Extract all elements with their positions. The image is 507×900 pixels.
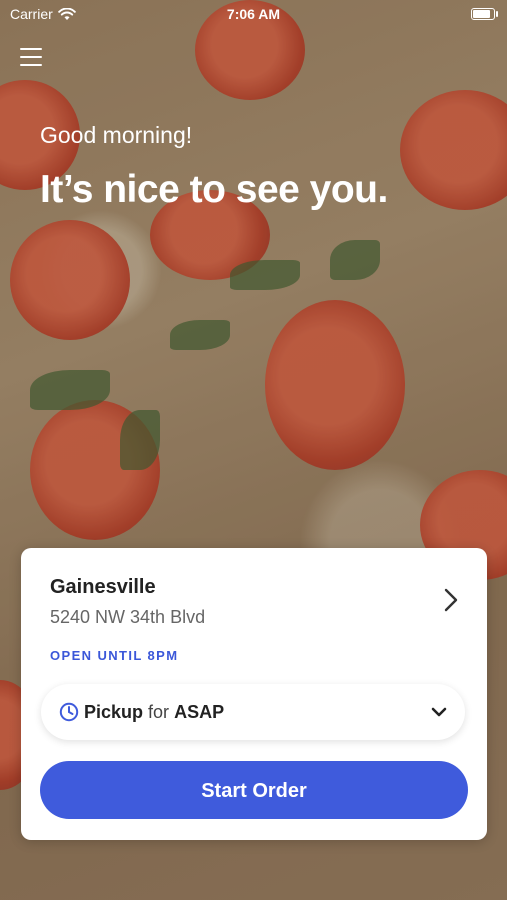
order-mode-selector[interactable]: Pickup for ASAP: [41, 684, 465, 740]
status-bar: Carrier 7:06 AM: [0, 0, 507, 28]
headline-text: It’s nice to see you.: [40, 168, 388, 211]
store-hours-status: OPEN UNTIL 8PM: [50, 648, 179, 663]
order-mode-value: Pickup: [84, 702, 144, 722]
clock-icon: [59, 702, 79, 722]
battery-icon: [471, 8, 498, 20]
menu-icon[interactable]: [20, 48, 42, 68]
order-mode-connector: for: [148, 702, 170, 722]
store-card: Gainesville 5240 NW 34th Blvd OPEN UNTIL…: [21, 548, 487, 840]
store-name: Gainesville: [50, 576, 156, 598]
chevron-down-icon: [431, 707, 447, 717]
greeting-text: Good morning!: [40, 122, 193, 148]
clock-time: 7:06 AM: [226, 6, 281, 22]
store-selector[interactable]: Gainesville 5240 NW 34th Blvd: [21, 548, 487, 648]
start-order-button[interactable]: Start Order: [40, 761, 468, 819]
store-address: 5240 NW 34th Blvd: [50, 607, 206, 627]
order-time-value: ASAP: [174, 702, 225, 722]
order-mode-label: Pickup for ASAP: [84, 702, 224, 723]
chevron-right-icon: [444, 588, 458, 612]
